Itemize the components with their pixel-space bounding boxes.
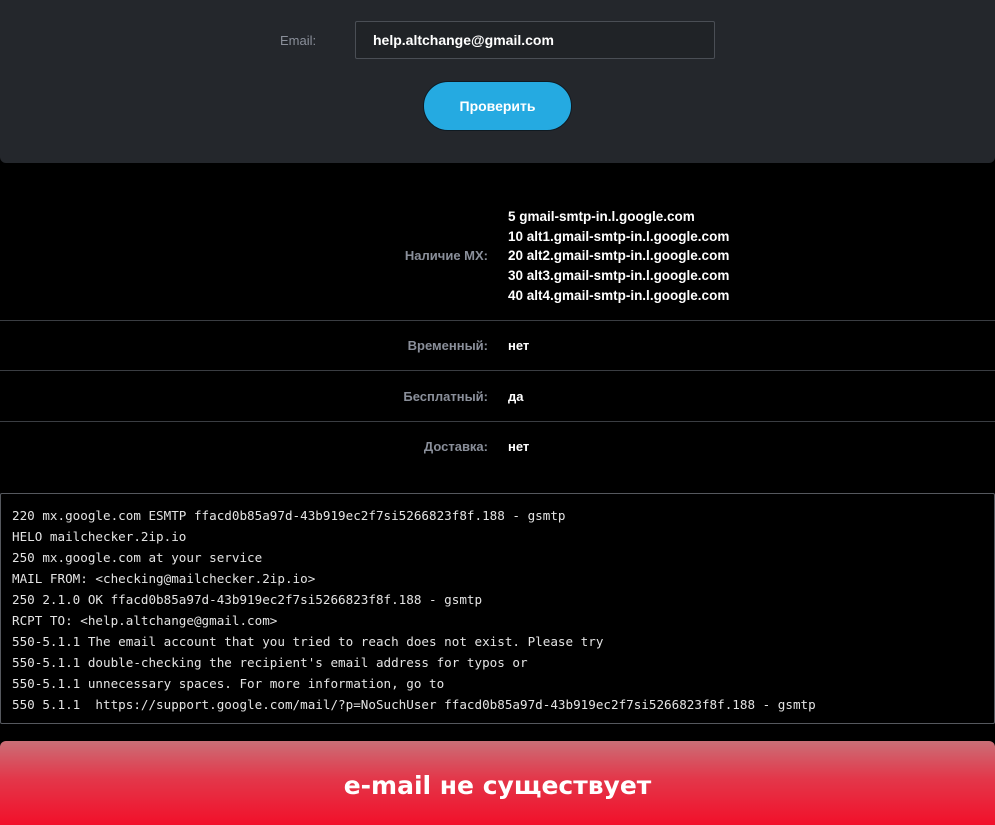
mx-record: 5 gmail-smtp-in.l.google.com xyxy=(508,207,729,227)
log-line: 550 5.1.1 https://support.google.com/mai… xyxy=(12,697,816,712)
delivery-value: нет xyxy=(508,439,530,454)
mx-host: gmail-smtp-in.l.google.com xyxy=(519,209,695,224)
mx-host: alt3.gmail-smtp-in.l.google.com xyxy=(526,268,730,284)
divider xyxy=(0,320,995,321)
mx-record: 10 alt1.gmail-smtp-in.l.google.com xyxy=(508,227,729,247)
result-text: e-mail не существует xyxy=(343,770,652,800)
mx-record: 20 alt2.gmail-smtp-in.l.google.com xyxy=(508,246,729,266)
check-button[interactable]: Проверить xyxy=(423,81,572,131)
log-line: MAIL FROM: <checking@mailchecker.2ip.io> xyxy=(12,571,316,586)
free-value: да xyxy=(508,389,524,404)
email-label: Email: xyxy=(280,33,317,48)
mx-records-list: 5 gmail-smtp-in.l.google.com 10 alt1.gmai… xyxy=(508,207,729,306)
result-banner: e-mail не существует xyxy=(0,741,995,825)
log-line: HELO mailchecker.2ip.io xyxy=(12,529,187,544)
log-line: 550-5.1.1 double-checking the recipient'… xyxy=(12,655,528,670)
mx-priority: 5 xyxy=(508,209,516,224)
log-line: 250 2.1.0 OK ffacd0b85a97d-43b919ec2f7si… xyxy=(12,592,483,607)
mx-host: alt4.gmail-smtp-in.l.google.com xyxy=(526,287,730,303)
log-line: 550-5.1.1 The email account that you tri… xyxy=(12,634,604,649)
smtp-log[interactable]: 220 mx.google.com ESMTP ffacd0b85a97d-43… xyxy=(0,493,995,724)
mx-label: Наличие MX: xyxy=(404,248,488,263)
mx-host: alt2.gmail-smtp-in.l.google.com xyxy=(526,248,730,264)
temporary-value: нет xyxy=(508,338,530,353)
mx-priority: 30 xyxy=(508,268,524,284)
mx-priority: 40 xyxy=(508,287,524,303)
temporary-label: Временный: xyxy=(407,338,488,353)
mx-priority: 10 xyxy=(508,228,524,244)
mx-host: alt1.gmail-smtp-in.l.google.com xyxy=(526,228,730,244)
check-form-panel: Email: Проверить xyxy=(0,0,995,163)
mx-record: 30 alt3.gmail-smtp-in.l.google.com xyxy=(508,266,729,286)
mx-record: 40 alt4.gmail-smtp-in.l.google.com xyxy=(508,286,729,306)
log-line: RCPT TO: <help.altchange@gmail.com> xyxy=(12,613,278,628)
free-label: Бесплатный: xyxy=(403,389,488,404)
divider xyxy=(0,370,995,371)
log-line: 220 mx.google.com ESMTP ffacd0b85a97d-43… xyxy=(12,508,566,523)
log-line: 550-5.1.1 unnecessary spaces. For more i… xyxy=(12,676,445,691)
mx-priority: 20 xyxy=(508,248,524,264)
email-input[interactable] xyxy=(355,21,715,59)
delivery-label: Доставка: xyxy=(423,439,488,454)
log-line: 250 mx.google.com at your service xyxy=(12,550,263,565)
divider xyxy=(0,421,995,422)
